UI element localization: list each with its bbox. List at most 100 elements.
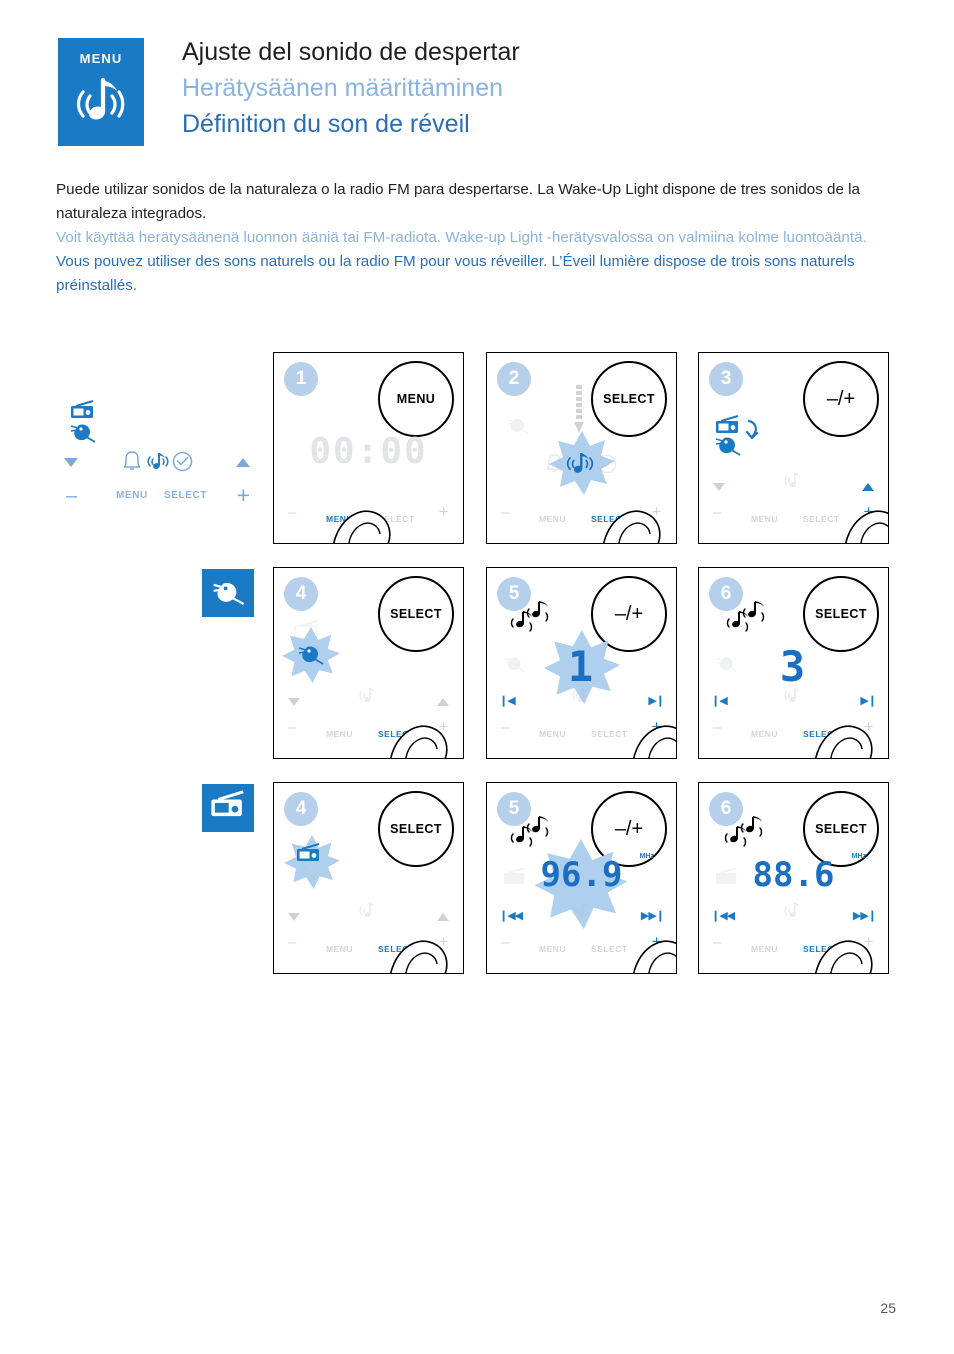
- skip-previous-icon[interactable]: ❙◀: [711, 694, 728, 707]
- skip-previous-icon[interactable]: ❙◀: [499, 694, 516, 707]
- clock-display: 00:00: [309, 431, 428, 472]
- menu-knob-button[interactable]: MENU: [378, 361, 454, 437]
- select-button[interactable]: SELECT: [591, 944, 628, 954]
- step-panel: 6 SELECT: [698, 782, 889, 974]
- menu-badge-label: MENU: [79, 51, 123, 66]
- menu-button[interactable]: MENU: [539, 514, 566, 524]
- step-panel: 1 MENU 00:00 – MENU SELECT +: [273, 352, 464, 544]
- step-number: 1: [284, 362, 318, 396]
- intro-text-block: Puede utilizar sonidos de la naturaleza …: [56, 178, 892, 298]
- step-number: 4: [284, 577, 318, 611]
- finger-press-icon: [841, 502, 888, 543]
- bird-icon-faint: [503, 654, 527, 678]
- select-button[interactable]: SELECT: [803, 514, 840, 524]
- select-button[interactable]: SELECT: [591, 729, 628, 739]
- menu-button[interactable]: MENU: [539, 944, 566, 954]
- tune-down-icon[interactable]: ❙◀◀: [711, 909, 735, 922]
- bird-icon: [713, 433, 743, 462]
- legend-minus: –: [66, 485, 78, 507]
- menu-button[interactable]: MENU: [751, 729, 778, 739]
- step-number: 2: [497, 362, 531, 396]
- finger-press-icon: [629, 717, 676, 758]
- radio-icon: [211, 790, 244, 817]
- legend-plus: +: [236, 482, 250, 508]
- bell-icon: [122, 450, 142, 477]
- finger-press-icon: [811, 717, 877, 758]
- minus-button[interactable]: –: [713, 719, 722, 736]
- nav-strip: ❙◀ ▶❙: [487, 687, 676, 707]
- select-knob-button[interactable]: SELECT: [378, 576, 454, 652]
- mhz-unit-label: MHz: [851, 853, 866, 860]
- legend-menu-label: MENU: [116, 490, 148, 501]
- finger-press-icon: [329, 502, 395, 543]
- page-title-french: Définition du son de réveil: [182, 110, 470, 138]
- skip-next-icon[interactable]: ▶❙: [648, 694, 665, 707]
- bird-icon-faint: [298, 861, 324, 887]
- mhz-unit-label: MHz: [639, 853, 654, 860]
- minus-button[interactable]: –: [713, 504, 722, 521]
- bird-icon-faint: [505, 415, 531, 440]
- select-knob-button[interactable]: SELECT: [803, 576, 879, 652]
- skip-next-icon[interactable]: ▶❙: [860, 694, 877, 707]
- bird-icon-faint: [715, 654, 739, 678]
- nav-strip: [274, 687, 463, 706]
- toggle-arrow-icon: [745, 419, 761, 448]
- music-note-icon-faint: [783, 900, 805, 925]
- triangle-up-icon[interactable]: [437, 913, 449, 921]
- step-panel: 3 –/+ – MENU SELECT +: [698, 352, 889, 544]
- select-knob-button[interactable]: SELECT: [591, 361, 667, 437]
- intro-french: Vous pouvez utiliser des sons naturels o…: [56, 253, 855, 295]
- legend-select-label: SELECT: [164, 490, 208, 501]
- music-note-icon-faint: [358, 900, 380, 925]
- minus-button[interactable]: –: [288, 934, 297, 951]
- music-note-icon-faint: [358, 685, 380, 710]
- nav-strip: ❙◀ ▶❙: [699, 687, 888, 707]
- figure-row-2: 4 SELECT – MENU SELECT + 5 –/+ 1 ❙◀ ▶❙ –…: [0, 567, 954, 765]
- menu-button[interactable]: MENU: [326, 944, 353, 954]
- music-notes-icon: [723, 809, 775, 854]
- intro-finnish: Voit käyttää herätysäänenä luonnon ääniä…: [56, 229, 867, 247]
- page-number: 25: [880, 1300, 896, 1316]
- music-note-icon-faint: [783, 685, 805, 710]
- plus-button[interactable]: +: [439, 502, 449, 522]
- triangle-up-icon[interactable]: [437, 698, 449, 706]
- radio-mode-badge: [202, 784, 254, 832]
- select-knob-button[interactable]: SELECT: [378, 791, 454, 867]
- music-note-sound-icon: [73, 72, 129, 132]
- nav-strip: [274, 902, 463, 921]
- minus-button[interactable]: –: [501, 934, 510, 951]
- menu-button[interactable]: MENU: [539, 729, 566, 739]
- music-note-icon-faint: [783, 470, 805, 495]
- music-note-icon: [146, 450, 170, 477]
- menu-button[interactable]: MENU: [326, 729, 353, 739]
- bird-icon: [213, 582, 245, 605]
- tune-up-icon[interactable]: ▶▶❙: [641, 909, 665, 922]
- minus-button[interactable]: –: [288, 719, 297, 736]
- tune-down-icon[interactable]: ❙◀◀: [499, 909, 523, 922]
- step-number: 3: [709, 362, 743, 396]
- finger-press-icon: [386, 932, 452, 973]
- step-number: 4: [284, 792, 318, 826]
- menu-sound-badge: MENU: [58, 38, 144, 146]
- radio-icon-faint: [503, 867, 527, 891]
- menu-button[interactable]: MENU: [751, 944, 778, 954]
- triangle-up-icon[interactable]: [862, 483, 874, 491]
- minus-button[interactable]: –: [501, 719, 510, 736]
- minus-button[interactable]: –: [713, 934, 722, 951]
- figure-row-1: – MENU SELECT + 1 MENU 00:00 – MENU SELE…: [0, 352, 954, 550]
- triangle-down-icon[interactable]: [288, 913, 300, 921]
- step-panel: 5 –/+: [486, 567, 677, 759]
- menu-button[interactable]: MENU: [751, 514, 778, 524]
- minus-button[interactable]: –: [288, 504, 297, 521]
- triangle-down-icon: [64, 458, 78, 467]
- figure-row-3: 4 SELECT – MENU SELECT + 5 –/+ 96.9 MHz …: [0, 782, 954, 980]
- tune-up-icon[interactable]: ▶▶❙: [853, 909, 877, 922]
- music-notes-icon: [725, 594, 777, 639]
- triangle-down-icon[interactable]: [288, 698, 300, 706]
- step-panel: 2 SELECT – MENU SELECT +: [486, 352, 677, 544]
- triangle-down-icon[interactable]: [713, 483, 725, 491]
- step-panel: 5 –/+: [486, 782, 677, 974]
- music-note-icon: [565, 449, 595, 482]
- minus-plus-knob-button[interactable]: –/+: [803, 361, 879, 437]
- minus-button[interactable]: –: [501, 504, 510, 521]
